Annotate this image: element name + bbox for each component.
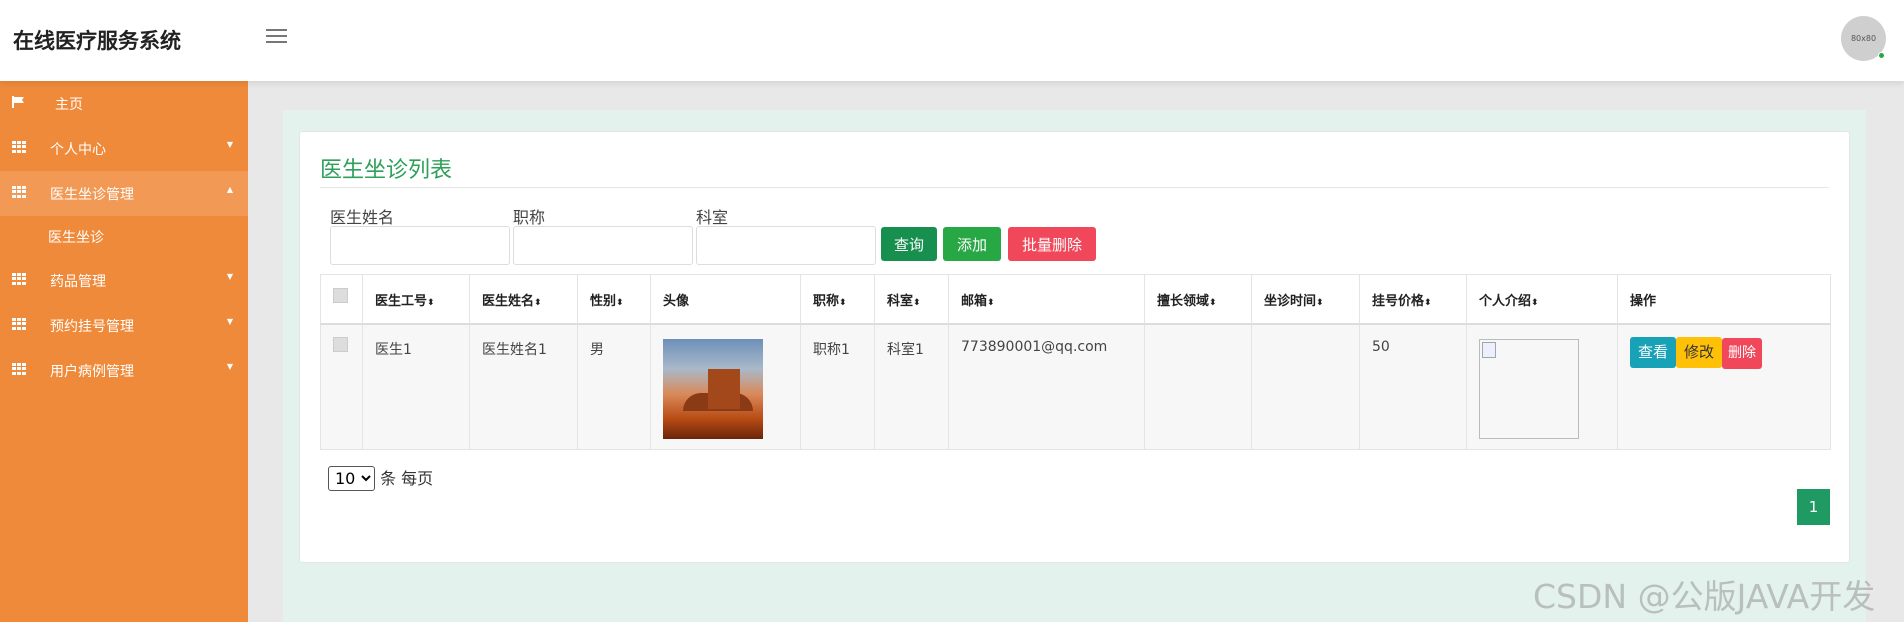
sort-icon: ⬍ [427,298,435,308]
online-status-dot [1878,52,1885,59]
grid-icon [12,186,26,198]
column-header-title[interactable]: 职称⬍ [800,274,875,325]
filter-title-label: 职称 [513,208,546,227]
page-size-select[interactable]: 10 [328,466,375,491]
cell-time [1251,323,1360,450]
row-checkbox[interactable] [333,336,348,352]
broken-image-icon [1479,338,1579,439]
grid-icon [12,363,26,375]
sidebar-item-label: 药品管理 [50,274,106,290]
chevron-down-icon: ▼ [226,272,233,281]
chevron-up-icon: ▲ [226,185,233,194]
doctor-table: 医生工号⬍ 医生姓名⬍ 性别⬍ 头像 职称⬍ 科室⬍ 邮箱⬍ 擅长领域⬍ 坐诊时… [320,274,1831,450]
filter-dept-label: 科室 [696,208,729,227]
sidebar-item-label: 主页 [55,97,83,113]
select-all-header [320,274,363,325]
page-title: 医生坐诊列表 [320,158,453,183]
list-card: 医生坐诊列表 医生姓名 职称 科室 查询 添加 批量删除 医生工号⬍ 医生姓名⬍… [299,131,1850,563]
doctor-photo [663,338,763,439]
sort-icon: ⬍ [1316,298,1324,308]
column-header-intro[interactable]: 个人介绍⬍ [1466,274,1618,325]
sidebar-item-case-records[interactable]: 用户病例管理 ▼ [0,348,248,393]
edit-button[interactable]: 修改 [1676,336,1723,368]
grid-icon [12,141,26,153]
sort-icon: ⬍ [616,298,624,308]
cell-id: 医生1 [362,323,470,450]
avatar[interactable]: 80x80 [1841,16,1886,61]
chevron-down-icon: ▼ [226,362,233,371]
page-size-control: 10 条 每页 [328,465,433,491]
row-select-cell [320,323,363,450]
table-header-row: 医生工号⬍ 医生姓名⬍ 性别⬍ 头像 职称⬍ 科室⬍ 邮箱⬍ 擅长领域⬍ 坐诊时… [320,274,1831,325]
avatar-text: 80x80 [1850,34,1877,43]
chevron-down-icon: ▼ [226,140,233,149]
sort-icon: ⬍ [1424,298,1432,308]
sort-icon: ⬍ [987,298,995,308]
title-input[interactable] [513,226,693,265]
column-header-gender[interactable]: 性别⬍ [577,274,651,325]
sidebar-item-home[interactable]: 主页 [0,81,248,126]
sidebar-item-label: 医生坐诊管理 [50,187,134,203]
cell-gender: 男 [577,323,651,450]
cell-actions: 查看 修改 删除 [1617,323,1831,450]
sidebar-subitem-label: 医生坐诊 [48,230,104,246]
menu-toggle-icon[interactable] [266,29,287,45]
doctor-name-input[interactable] [330,226,510,265]
pagination-page-1[interactable]: 1 [1797,489,1830,525]
column-header-id[interactable]: 医生工号⬍ [362,274,470,325]
chevron-down-icon: ▼ [226,317,233,326]
app-title: 在线医疗服务系统 [13,29,181,53]
page-size-suffix: 条 每页 [380,469,434,488]
sort-icon: ⬍ [1531,298,1539,308]
delete-button[interactable]: 删除 [1722,337,1763,369]
column-header-email[interactable]: 邮箱⬍ [948,274,1145,325]
column-header-specialty[interactable]: 擅长领域⬍ [1144,274,1252,325]
column-header-avatar: 头像 [650,274,801,325]
select-all-checkbox[interactable] [333,288,348,303]
column-header-price[interactable]: 挂号价格⬍ [1359,274,1467,325]
department-input[interactable] [696,226,876,265]
view-button[interactable]: 查看 [1630,336,1677,368]
sidebar-item-label: 用户病例管理 [50,364,134,380]
grid-icon [12,318,26,330]
cell-name: 医生姓名1 [469,323,578,450]
cell-title: 职称1 [800,323,875,450]
sort-icon: ⬍ [1209,298,1217,308]
cell-avatar [650,323,801,450]
batch-delete-button[interactable]: 批量删除 [1008,227,1096,261]
cell-price: 50 [1359,323,1467,450]
column-header-dept[interactable]: 科室⬍ [874,274,949,325]
sidebar-item-consult-management[interactable]: 医生坐诊管理 ▲ [0,171,248,216]
column-header-time[interactable]: 坐诊时间⬍ [1251,274,1360,325]
add-button[interactable]: 添加 [943,227,1001,261]
sort-icon: ⬍ [913,298,921,308]
sidebar: 主页 个人中心 ▼ 医生坐诊管理 ▲ 医生坐诊 药品管理 ▼ 预约挂号管理 ▼ … [0,81,248,622]
sidebar-item-label: 个人中心 [50,142,106,158]
column-header-actions: 操作 [1617,274,1831,325]
cell-email: 773890001@qq.com [948,323,1145,450]
cell-intro [1466,323,1618,450]
filter-name-label: 医生姓名 [330,208,395,227]
watermark: CSDN @公版JAVA开发 [1533,577,1876,616]
sort-icon: ⬍ [534,298,542,308]
sidebar-item-label: 预约挂号管理 [50,319,134,335]
flag-icon [12,96,24,108]
sort-icon: ⬍ [839,298,847,308]
sidebar-item-personal-center[interactable]: 个人中心 ▼ [0,126,248,171]
cell-specialty [1144,323,1252,450]
column-header-name[interactable]: 医生姓名⬍ [469,274,578,325]
grid-icon [12,273,26,285]
table-row: 医生1 医生姓名1 男 职称1 科室1 773890001@qq.com 50 … [320,323,1831,450]
query-button[interactable]: 查询 [881,227,937,261]
divider [320,187,1829,188]
sidebar-item-medicine[interactable]: 药品管理 ▼ [0,258,248,303]
sidebar-item-appointment[interactable]: 预约挂号管理 ▼ [0,303,248,348]
cell-dept: 科室1 [874,323,949,450]
top-bar: 在线医疗服务系统 80x80 [0,0,1904,81]
sidebar-subitem-consult[interactable]: 医生坐诊 [0,216,248,258]
